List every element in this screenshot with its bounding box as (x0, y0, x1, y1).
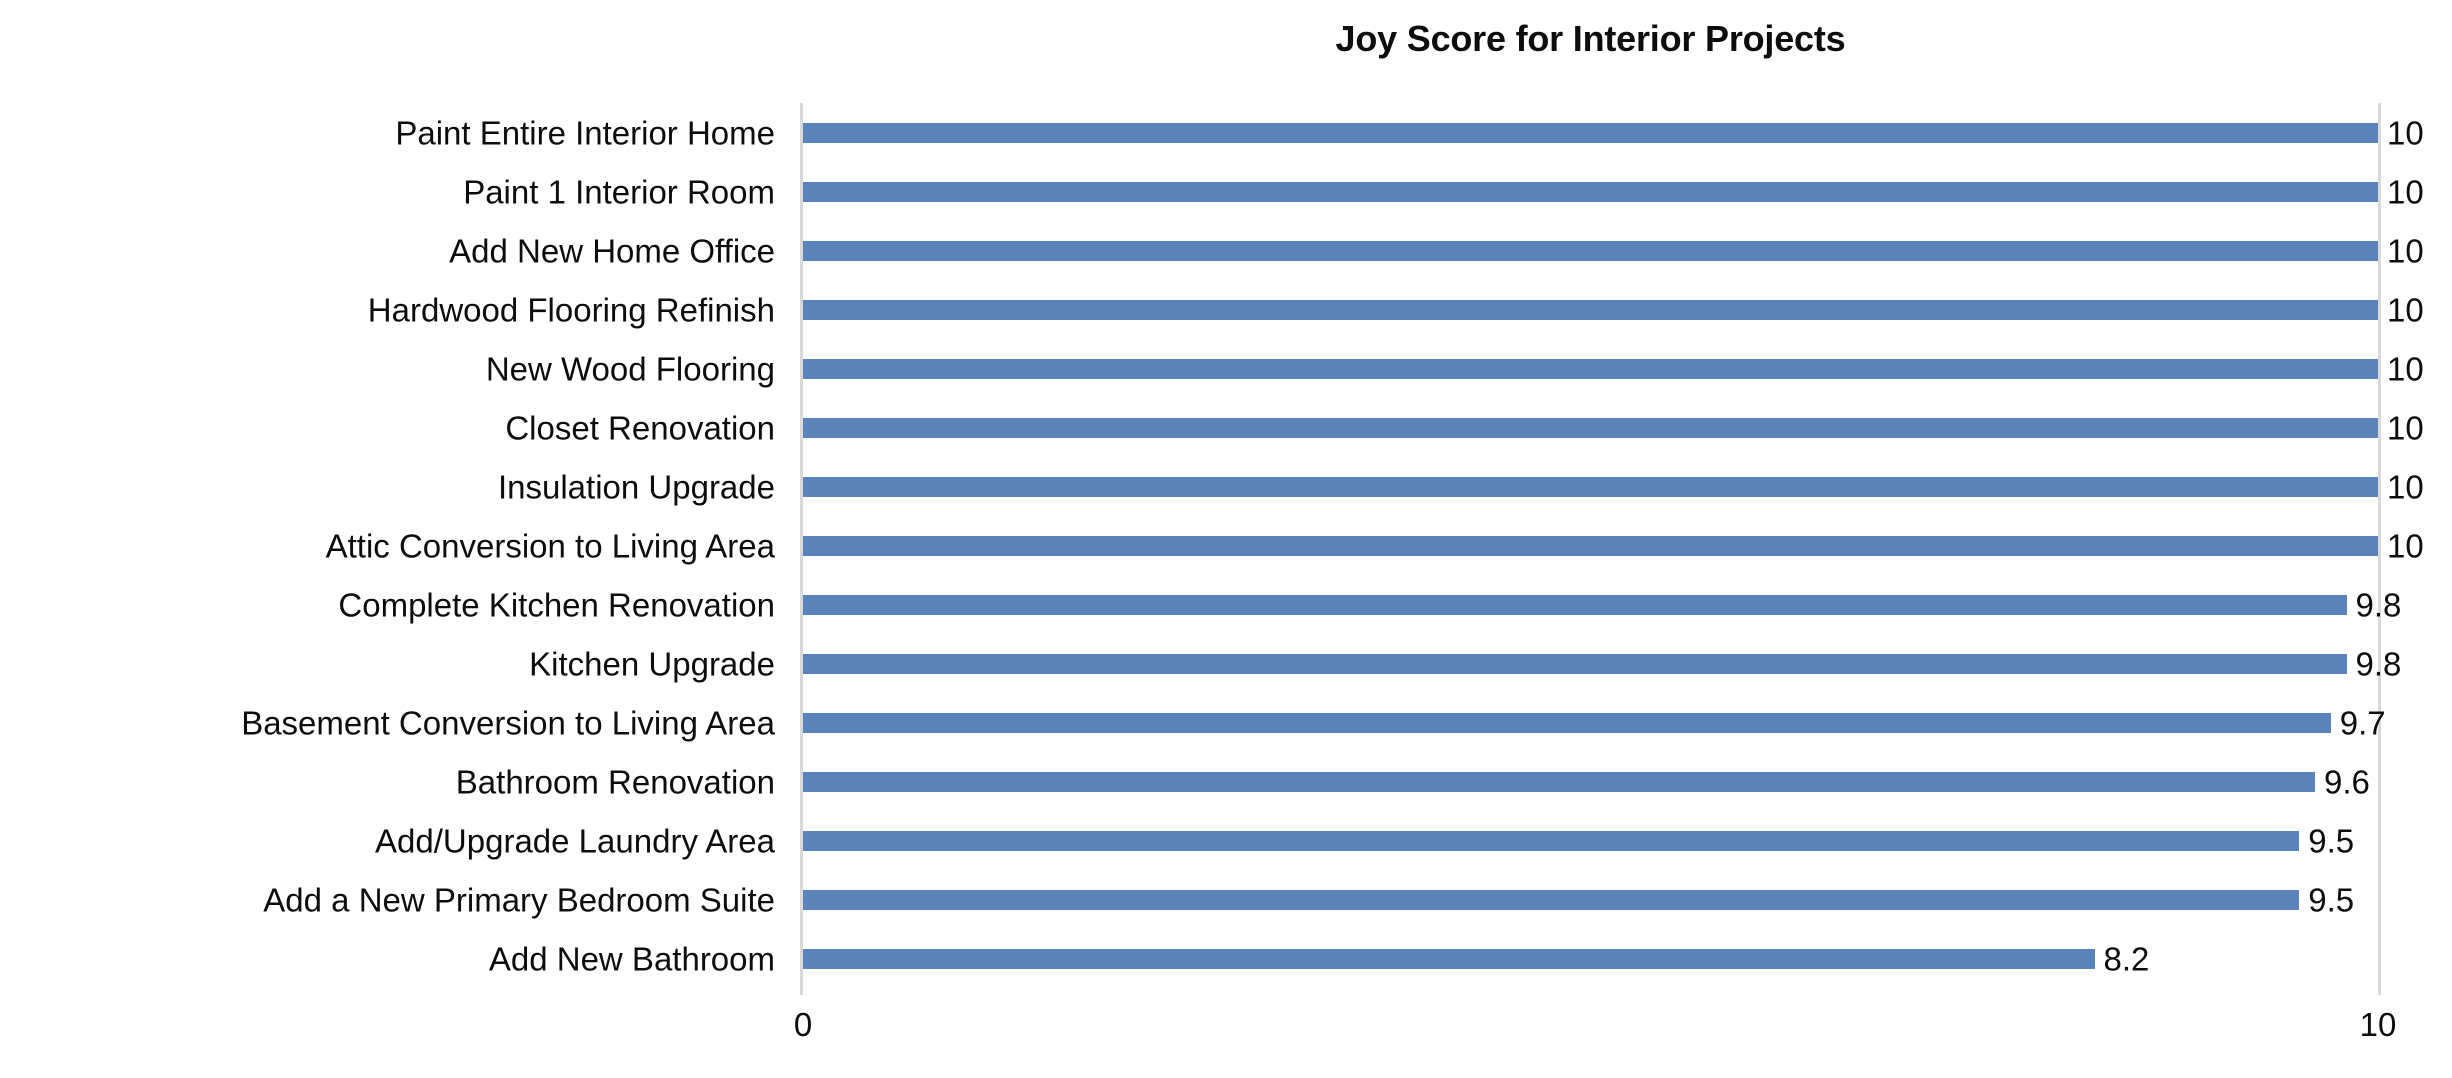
bar-row: Add/Upgrade Laundry Area 9.5 (375, 811, 2378, 870)
bar-value-label: 9.6 (2324, 763, 2370, 800)
category-label: Closet Renovation (505, 409, 775, 446)
bar (803, 594, 2347, 615)
category-label: Paint Entire Interior Home (395, 114, 775, 151)
category-label: New Wood Flooring (485, 350, 775, 387)
bar-value-label: 10 (2387, 114, 2424, 151)
bar (803, 889, 2300, 910)
bar-value-label: 10 (2387, 232, 2424, 269)
bar-row: Add New Bathroom 8.2 (489, 929, 2378, 988)
plot-area: Paint Entire Interior Home 10 Paint 1 Inte… (241, 103, 2424, 995)
bar-row: Bathroom Renovation 9.6 (456, 752, 2378, 811)
bar-value-label: 10 (2387, 527, 2424, 564)
category-label: Add a New Primary Bedroom Suite (263, 881, 775, 918)
bar (803, 181, 2378, 202)
bar (803, 358, 2378, 379)
bar-row: Paint 1 Interior Room 10 (463, 162, 2424, 221)
bar-row: Closet Renovation 10 (505, 398, 2423, 457)
x-axis-tick-0: 0 (793, 1006, 813, 1043)
bar-value-label: 9.7 (2339, 704, 2386, 741)
bar-value-label: 10 (2387, 173, 2424, 210)
bar-row: Add a New Primary Bedroom Suite 9.5 (263, 870, 2378, 929)
bar-value-label: 10 (2387, 468, 2424, 505)
bar-value-label: 10 (2387, 409, 2424, 446)
category-label: Bathroom Renovation (455, 763, 775, 800)
bar-row: Insulation Upgrade 10 (498, 457, 2424, 516)
bar-value-label: 9.8 (2355, 586, 2402, 623)
bar (803, 712, 2331, 733)
bar (803, 122, 2378, 143)
category-label: Insulation Upgrade (497, 468, 775, 505)
bar (803, 771, 2315, 792)
category-label: Add New Home Office (449, 232, 775, 269)
category-label: Complete Kitchen Renovation (338, 586, 775, 623)
bar (803, 240, 2378, 261)
bar (803, 830, 2300, 851)
bar-row: New Wood Flooring 10 (486, 339, 2424, 398)
bar (803, 417, 2378, 438)
bar-value-label: 10 (2387, 291, 2424, 328)
bar-row: Attic Conversion to Living Area 10 (326, 516, 2424, 575)
bar (803, 535, 2378, 556)
category-label: Attic Conversion to Living Area (325, 527, 775, 564)
bar-value-label: 9.8 (2355, 645, 2402, 682)
bar-row: Hardwood Flooring Refinish 10 (368, 280, 2424, 339)
category-label: Add/Upgrade Laundry Area (375, 822, 775, 859)
bar-row: Kitchen Upgrade 9.8 (529, 634, 2401, 693)
chart-title: Joy Score for Interior Projects (1335, 18, 1846, 59)
bar (803, 299, 2378, 320)
bar-row: Complete Kitchen Renovation 9.8 (338, 575, 2401, 634)
bar-row: Add New Home Office 10 (449, 221, 2424, 280)
gridline-max (2378, 103, 2381, 995)
bar-row: Paint Entire Interior Home 10 (395, 103, 2423, 162)
bar (803, 476, 2378, 497)
bar-value-label: 10 (2387, 350, 2424, 387)
bar-value-label: 9.5 (2308, 822, 2355, 859)
bar-chart: Joy Score for Interior Projects Paint En… (0, 0, 2452, 1078)
bar (803, 948, 2095, 969)
category-label: Kitchen Upgrade (529, 645, 775, 682)
category-label: Hardwood Flooring Refinish (367, 291, 775, 328)
bar-row: Basement Conversion to Living Area 9.7 (241, 693, 2385, 752)
bar-value-label: 8.2 (2103, 940, 2150, 977)
category-label: Paint 1 Interior Room (463, 173, 775, 210)
bar-value-label: 9.5 (2308, 881, 2355, 918)
bar (803, 653, 2347, 674)
category-label: Basement Conversion to Living Area (241, 704, 775, 741)
x-axis-tick-10: 10 (2359, 1006, 2397, 1043)
category-label: Add New Bathroom (488, 940, 775, 977)
